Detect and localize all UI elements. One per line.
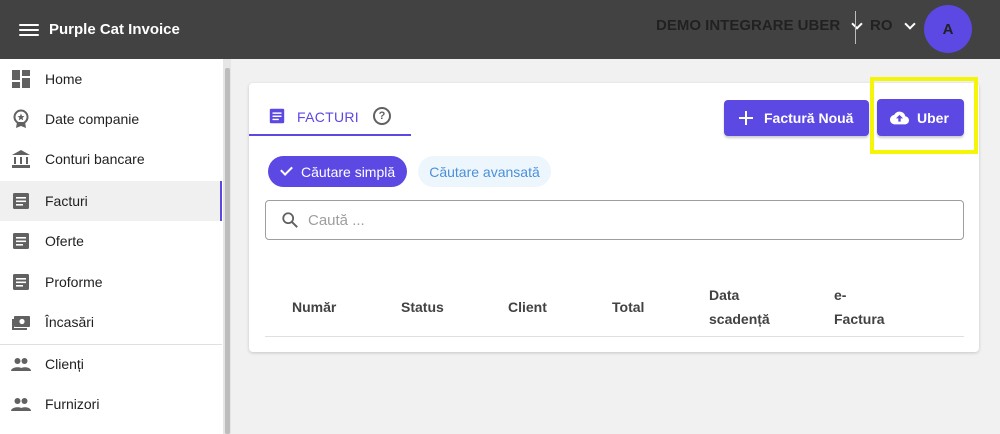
people-icon bbox=[11, 358, 31, 371]
chevron-down-icon bbox=[903, 17, 916, 30]
menu-icon[interactable] bbox=[19, 22, 39, 38]
sidebar-item-label: Facturi bbox=[45, 193, 88, 209]
language-label: RO bbox=[870, 17, 893, 34]
organization-selector[interactable]: DEMO INTEGRARE UBER bbox=[656, 17, 863, 34]
badge-icon bbox=[13, 109, 29, 128]
tab-label: FACTURI bbox=[297, 109, 359, 125]
document-icon bbox=[269, 108, 285, 124]
app-title: Purple Cat Invoice bbox=[49, 21, 180, 38]
organization-name: DEMO INTEGRARE UBER bbox=[656, 17, 841, 34]
uber-button[interactable]: Uber bbox=[877, 99, 964, 136]
uber-label: Uber bbox=[917, 109, 949, 126]
sidebar-item-label: Proforme bbox=[45, 274, 103, 290]
sidebar-item-facturi[interactable]: Facturi bbox=[0, 181, 222, 221]
check-icon bbox=[280, 163, 293, 176]
cash-icon bbox=[12, 316, 30, 330]
sidebar-item-oferte[interactable]: Oferte bbox=[0, 221, 222, 261]
column-header-numar[interactable]: Număr bbox=[292, 295, 336, 319]
sidebar-item-proforme[interactable]: Proforme bbox=[0, 262, 222, 302]
header-divider bbox=[855, 11, 856, 44]
cloud-upload-icon bbox=[890, 111, 909, 124]
sidebar-item-clienti[interactable]: Clienți bbox=[0, 344, 222, 384]
sidebar-item-furnizori[interactable]: Furnizori bbox=[0, 384, 222, 424]
avatar[interactable]: A bbox=[924, 5, 972, 53]
sidebar-item-date-companie[interactable]: Date companie bbox=[0, 99, 222, 139]
sidebar-item-label: Conturi bancare bbox=[45, 151, 145, 167]
bank-icon bbox=[12, 150, 30, 168]
search-input[interactable] bbox=[308, 211, 908, 229]
language-selector[interactable]: RO bbox=[870, 17, 916, 34]
sidebar: Home Date companie Conturi bancare Factu… bbox=[0, 59, 223, 434]
sidebar-item-conturi-bancare[interactable]: Conturi bancare bbox=[0, 139, 222, 179]
help-icon[interactable]: ? bbox=[373, 107, 391, 125]
chevron-down-icon bbox=[851, 17, 863, 30]
tab-facturi[interactable]: FACTURI ? bbox=[249, 97, 411, 136]
sidebar-item-home[interactable]: Home bbox=[0, 59, 222, 99]
sidebar-item-label: Furnizori bbox=[45, 396, 100, 412]
simple-search-label: Căutare simplă bbox=[301, 163, 396, 180]
simple-search-chip[interactable]: Căutare simplă bbox=[268, 156, 407, 187]
dashboard-icon bbox=[12, 70, 30, 88]
search-icon bbox=[282, 212, 298, 228]
sidebar-item-label: Home bbox=[45, 71, 83, 87]
column-header-e-factura[interactable]: e-Factura bbox=[834, 283, 894, 331]
sidebar-item-label: Oferte bbox=[45, 233, 84, 249]
document-icon bbox=[13, 233, 29, 249]
sidebar-item-label: Încasări bbox=[45, 314, 95, 330]
new-invoice-label: Factură Nouă bbox=[764, 110, 854, 126]
column-header-total[interactable]: Total bbox=[612, 295, 644, 319]
new-invoice-button[interactable]: Factură Nouă bbox=[724, 100, 869, 136]
column-header-status[interactable]: Status bbox=[401, 295, 444, 319]
document-icon bbox=[13, 274, 29, 290]
column-header-client[interactable]: Client bbox=[508, 295, 547, 319]
sidebar-scrollbar-thumb[interactable] bbox=[225, 68, 230, 434]
table-header: Număr Status Client Total Data scadență … bbox=[265, 279, 964, 337]
plus-icon bbox=[739, 111, 753, 125]
sidebar-item-incasari[interactable]: Încasări bbox=[0, 302, 222, 342]
document-icon bbox=[13, 193, 29, 209]
sidebar-item-label: Clienți bbox=[45, 356, 84, 372]
advanced-search-chip[interactable]: Căutare avansată bbox=[418, 156, 551, 187]
people-icon bbox=[11, 398, 31, 411]
search-field[interactable] bbox=[265, 200, 964, 240]
column-header-data-scadenta[interactable]: Data scadență bbox=[709, 283, 779, 331]
sidebar-item-label: Date companie bbox=[45, 111, 140, 127]
